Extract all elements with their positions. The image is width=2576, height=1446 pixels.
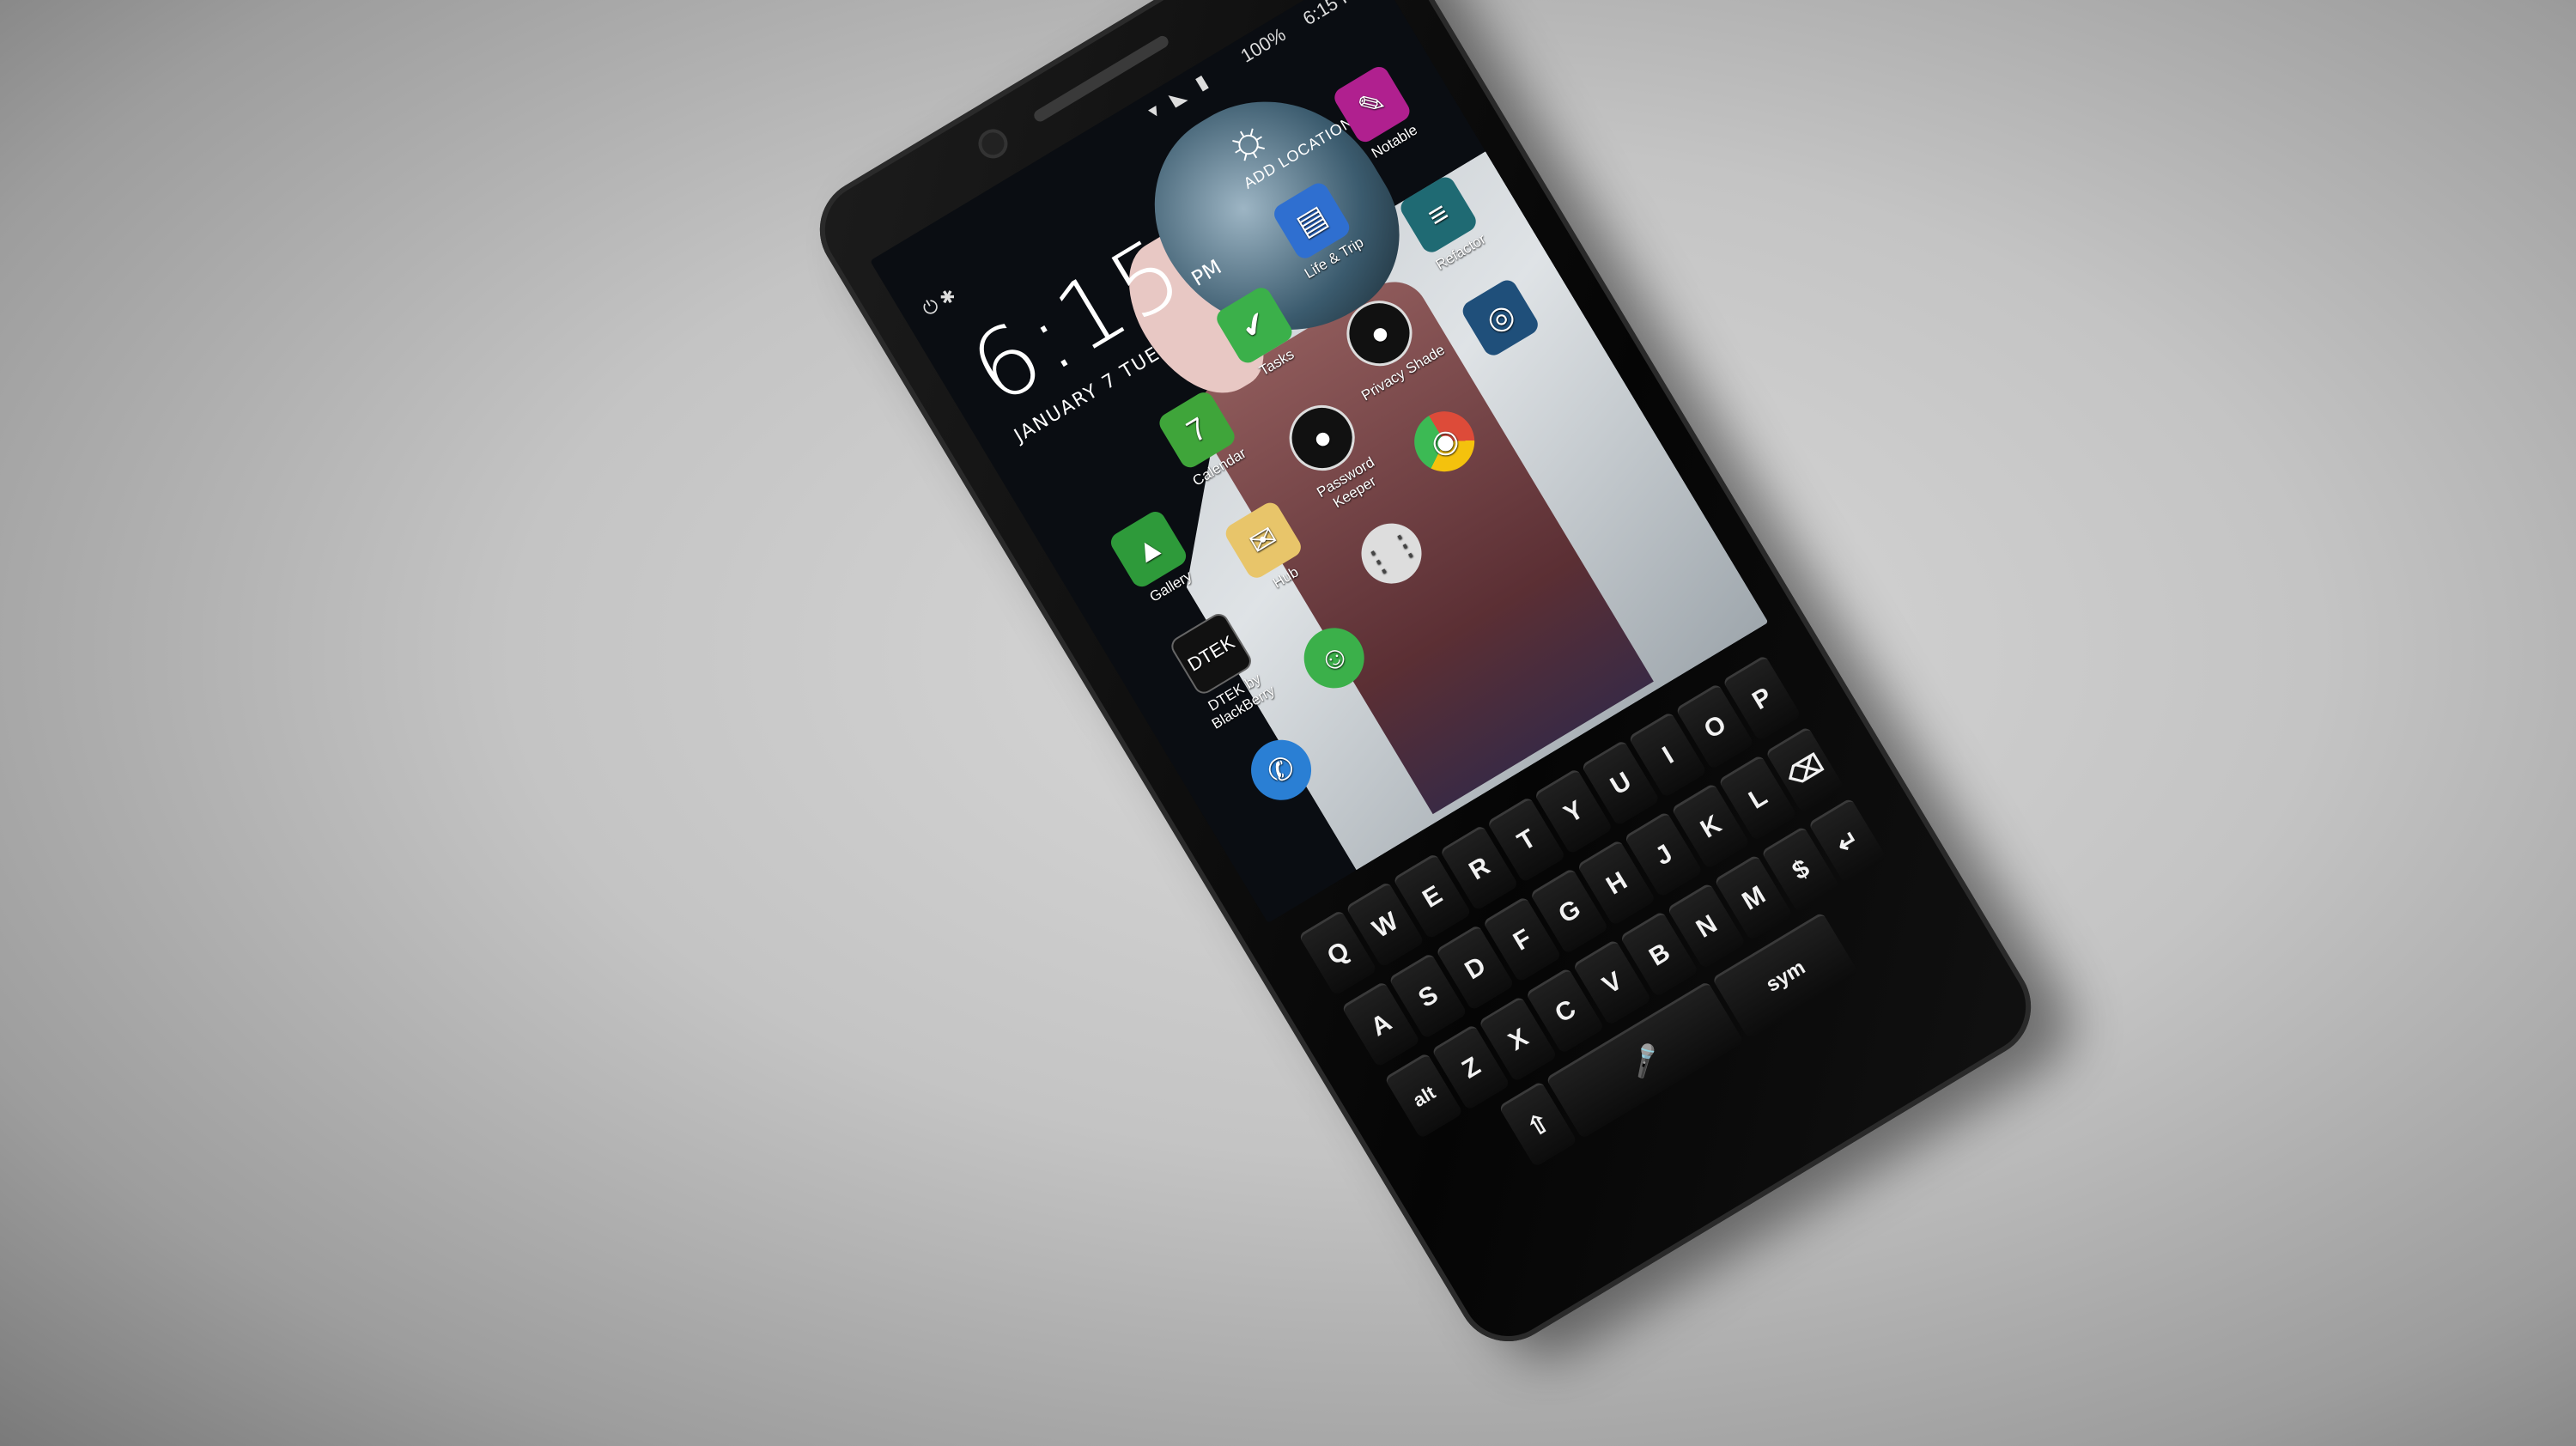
status-time: 6:15 PM: [1298, 0, 1370, 30]
phone-icon: ✆: [1240, 728, 1323, 811]
blackberry-phone: ▾ ◣ ▮ 100% 6:15 PM ⏻ ✱ 6:15PM JANUARY 7 …: [800, 0, 2050, 1361]
front-camera: [977, 128, 1009, 160]
battery-level: 100%: [1236, 23, 1290, 67]
status-icons: ▾ ◣ ▮: [1144, 67, 1216, 123]
calendar-day: 7: [1180, 410, 1213, 449]
notification-icons: ⏻ ✱: [918, 283, 959, 320]
